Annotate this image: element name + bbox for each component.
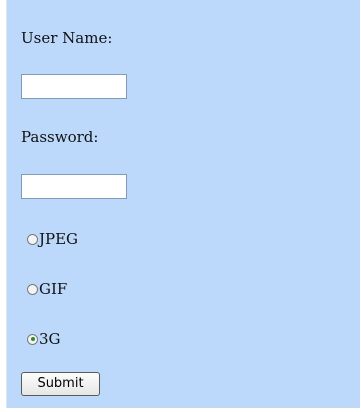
radio-option-3g[interactable]: 3G xyxy=(27,330,61,348)
submit-button[interactable]: Submit xyxy=(21,372,100,396)
username-input[interactable] xyxy=(21,74,127,99)
radio-button-jpeg[interactable] xyxy=(27,233,38,245)
password-input[interactable] xyxy=(21,174,127,199)
radio-button-gif[interactable] xyxy=(27,283,38,295)
password-label: Password: xyxy=(21,128,99,146)
username-label: User Name: xyxy=(21,29,113,47)
radio-option-gif[interactable]: GIF xyxy=(27,280,67,298)
radio-button-3g[interactable] xyxy=(27,333,38,345)
login-form-panel: User Name: Password: JPEG GIF 3G Submit xyxy=(6,0,360,408)
radio-option-jpeg[interactable]: JPEG xyxy=(27,230,78,248)
radio-label-gif: GIF xyxy=(39,280,68,298)
radio-label-jpeg: JPEG xyxy=(39,230,79,248)
radio-label-3g: 3G xyxy=(39,330,61,348)
